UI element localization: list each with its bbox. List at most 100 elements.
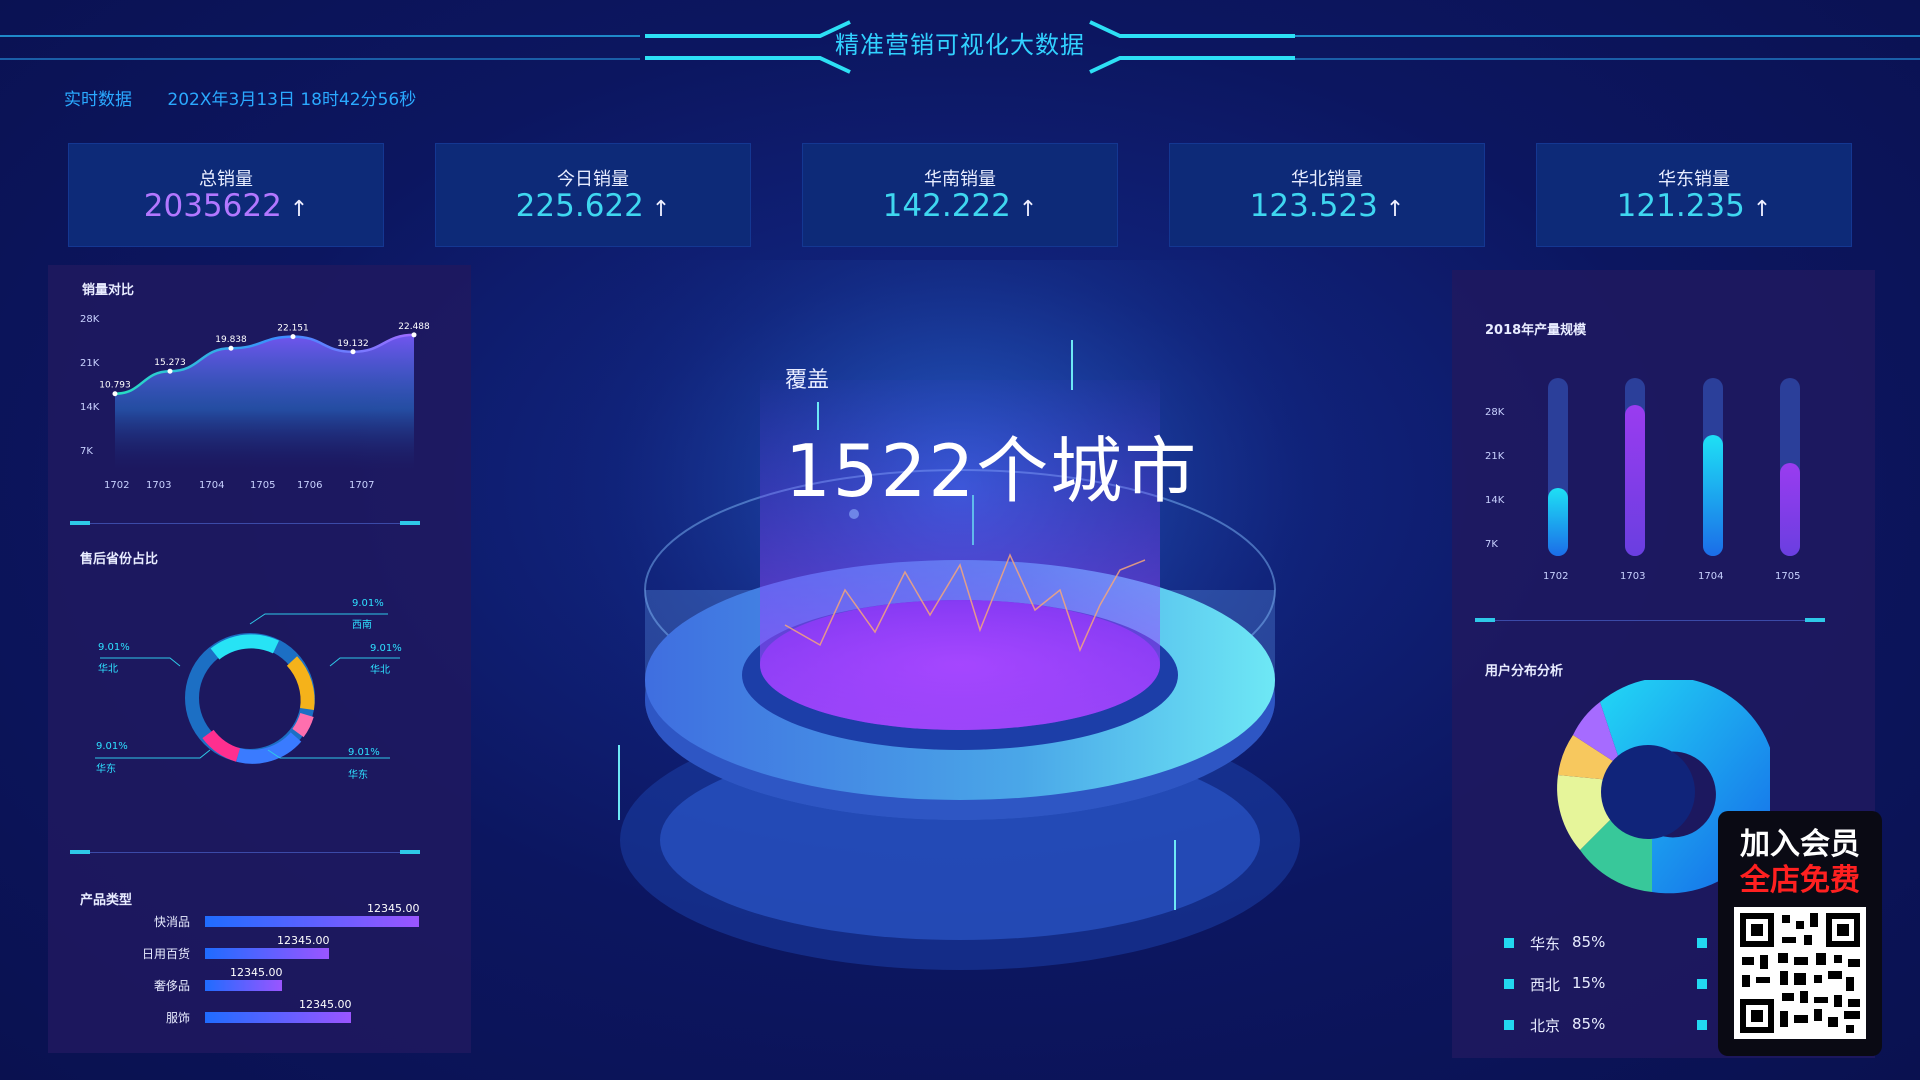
- live-data-label: 实时数据: [64, 90, 132, 110]
- production-bar: [1625, 405, 1645, 556]
- stat-value: 123.523: [1249, 188, 1378, 224]
- divider-accent: [400, 850, 420, 854]
- donut-label-pct: 9.01%: [352, 598, 384, 609]
- legend-value: 85%: [1572, 1015, 1606, 1033]
- x-tick: 1704: [199, 480, 225, 491]
- stat-value-row: 142.222 ↑: [802, 188, 1118, 224]
- qr-code-icon: [1734, 907, 1866, 1039]
- product-bar: [205, 1012, 351, 1023]
- area-point: [112, 391, 118, 397]
- area-fill: [115, 334, 414, 470]
- center-platform: [560, 260, 1360, 1020]
- product-bar: [205, 948, 329, 959]
- donut-label-region: 华北: [370, 665, 390, 676]
- divider: [70, 852, 420, 853]
- coverage-headline: 1522个城市: [785, 429, 1199, 513]
- legend-swatch: [1504, 1020, 1514, 1030]
- production-bar: [1548, 488, 1568, 556]
- up-arrow-icon: ↑: [1385, 197, 1405, 222]
- product-name: 服饰: [165, 1011, 190, 1025]
- stat-value: 2035622: [143, 188, 282, 224]
- area-point: [350, 349, 356, 355]
- promo-line2: 全店免费: [1740, 863, 1860, 898]
- legend-name: 北京: [1530, 1017, 1561, 1035]
- product-bar: [205, 980, 282, 991]
- legend-value: 15%: [1572, 974, 1606, 992]
- stat-card-south: 华南销量 142.222 ↑: [802, 143, 1118, 247]
- sales-area-chart: 10.793 15.273 19.838 22.151 19.132 22.488: [100, 322, 430, 470]
- y-tick: 21K: [80, 358, 100, 369]
- y-tick: 28K: [1485, 407, 1505, 418]
- area-point: [290, 334, 296, 340]
- coverage-label: 覆盖: [785, 368, 830, 393]
- stat-value-row: 123.523 ↑: [1169, 188, 1485, 224]
- area-point-label: 15.273: [154, 358, 186, 368]
- donut-label-pct: 9.01%: [348, 747, 380, 758]
- legend-name: 华东: [1530, 935, 1561, 953]
- y-tick: 14K: [80, 402, 100, 413]
- donut-label-region: 西南: [352, 620, 372, 631]
- legend-swatch: [1504, 938, 1514, 948]
- stat-value: 225.622: [515, 188, 644, 224]
- live-datetime: 202X年3月13日 18时42分56秒: [167, 90, 417, 110]
- stat-value-row: 225.622 ↑: [435, 188, 751, 224]
- legend-name: 西北: [1530, 976, 1561, 994]
- up-arrow-icon: ↑: [651, 197, 671, 222]
- legend-swatch: [1697, 979, 1707, 989]
- stat-value: 121.235: [1616, 188, 1745, 224]
- stat-card-north: 华北销量 123.523 ↑: [1169, 143, 1485, 247]
- area-point-label: 19.132: [337, 339, 369, 349]
- donut-label-pct: 9.01%: [98, 642, 130, 653]
- divider-accent: [70, 521, 90, 525]
- divider: [70, 523, 420, 524]
- y-tick: 28K: [80, 314, 100, 325]
- up-arrow-icon: ↑: [1752, 197, 1772, 222]
- area-point-label: 22.151: [277, 324, 309, 334]
- live-data-row: 实时数据 202X年3月13日 18时42分56秒: [64, 85, 446, 110]
- area-point-label: 10.793: [100, 381, 131, 391]
- page-title: 精准营销可视化大数据: [835, 31, 1085, 59]
- province-share-title: 售后省份占比: [80, 552, 159, 567]
- stat-value: 142.222: [882, 188, 1011, 224]
- donut-label-region: 华东: [96, 764, 116, 775]
- promo-badge[interactable]: 加入会员 全店免费: [1718, 811, 1882, 1056]
- y-tick: 7K: [80, 446, 93, 457]
- legend-swatch: [1697, 938, 1707, 948]
- divider-accent: [400, 521, 420, 525]
- sales-compare-title: 销量对比: [82, 283, 135, 298]
- up-arrow-icon: ↑: [1018, 197, 1038, 222]
- legend-swatch: [1504, 979, 1514, 989]
- y-tick: 14K: [1485, 495, 1505, 506]
- area-point-label: 22.488: [398, 322, 430, 332]
- product-name: 奢侈品: [153, 979, 190, 993]
- stat-card-east: 华东销量 121.235 ↑: [1536, 143, 1852, 247]
- area-point: [167, 368, 173, 374]
- donut-label-region: 华东: [348, 770, 368, 781]
- legend-swatch: [1697, 1020, 1707, 1030]
- production-title: 2018年产量规模: [1485, 323, 1587, 338]
- x-tick: 1702: [104, 480, 130, 491]
- production-bar: [1780, 463, 1800, 556]
- user-dist-title: 用户分布分析: [1485, 664, 1564, 679]
- donut-label-pct: 9.01%: [370, 643, 402, 654]
- product-value: 12345.00: [230, 966, 283, 979]
- divider-accent: [1805, 618, 1825, 622]
- x-tick: 1703: [146, 480, 172, 491]
- product-bar: [205, 916, 419, 927]
- donut-label-pct: 9.01%: [96, 741, 128, 752]
- y-tick: 7K: [1485, 539, 1498, 550]
- product-value: 12345.00: [277, 934, 330, 947]
- product-value: 12345.00: [299, 998, 352, 1011]
- stat-value-row: 2035622 ↑: [68, 188, 384, 224]
- legend-value: 85%: [1572, 933, 1606, 951]
- product-type-title: 产品类型: [80, 893, 133, 908]
- up-arrow-icon: ↑: [289, 197, 309, 222]
- product-value: 12345.00: [367, 902, 420, 915]
- stat-card-today: 今日销量 225.622 ↑: [435, 143, 751, 247]
- area-point: [228, 345, 234, 351]
- production-bar-label: 1704: [1698, 571, 1724, 582]
- x-tick: 1707: [349, 480, 375, 491]
- production-bar-label: 1702: [1543, 571, 1569, 582]
- y-tick: 21K: [1485, 451, 1505, 462]
- production-bar: [1703, 435, 1723, 556]
